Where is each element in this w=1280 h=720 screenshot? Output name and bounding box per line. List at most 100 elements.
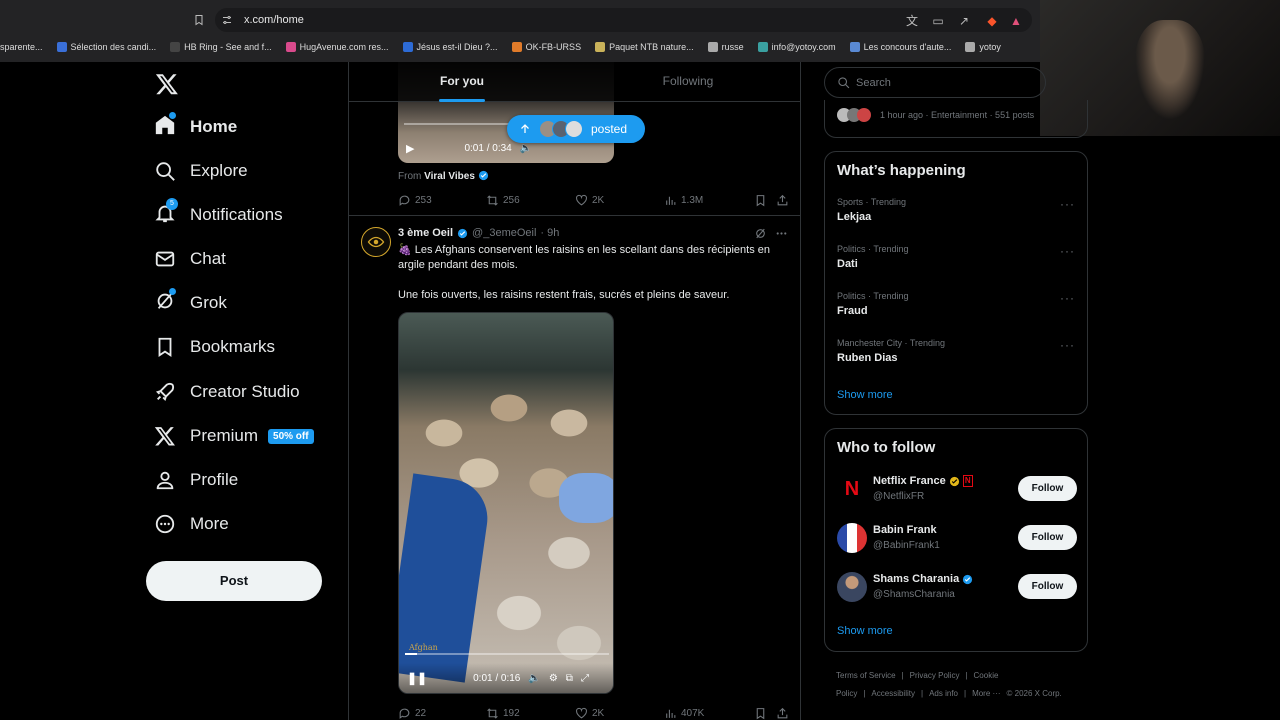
views-button[interactable]: 407K [664,707,754,720]
tweet2-video[interactable]: Afghan ❚❚ 0:01 / 0:16 🔈 ⚙ ⧉ ⤢ [398,312,614,694]
fullscreen-icon[interactable]: ⤢ [581,673,589,684]
nav-home[interactable]: Home [154,111,237,142]
follow-button[interactable]: Follow [1018,525,1077,550]
trend-more-icon[interactable]: ··· [1060,338,1075,352]
follow-button[interactable]: Follow [1018,476,1077,501]
nav-creator-studio[interactable]: Creator Studio [154,377,300,407]
bookmark-favicon-icon [849,42,860,52]
tweet2-author-name[interactable]: 3 ème Oeil [398,227,453,239]
reply-button[interactable]: 253 [398,194,486,207]
bookmark-item[interactable]: Jésus est-il Dieu ?... [402,42,498,52]
trend-meta: Manchester City · Trending [837,338,946,348]
site-settings-icon[interactable] [220,14,234,28]
volume-icon[interactable]: 🔈 [528,673,540,684]
brave-shield-icon[interactable]: ◆ [985,14,999,28]
footer-link[interactable]: More ··· [972,689,1000,698]
pause-icon[interactable]: ❚❚ [407,671,427,685]
bookmark-item[interactable]: HB Ring - See and f... [170,42,272,52]
notification-count-badge: 5 [166,197,178,210]
bookmark-item[interactable]: yotoy [965,42,1001,52]
bookmark-favicon-icon [402,42,413,52]
post-button[interactable]: Post [146,561,322,601]
bookmark-favicon-icon [595,42,606,52]
verified-badge-icon [478,170,488,181]
trend-item[interactable]: Sports · Trending Lekjaa ··· [837,197,1077,233]
nav-premium[interactable]: Premium 50% off [154,421,314,451]
follow-name-row: Shams Charania [873,573,973,585]
url-text: x.com/home [244,14,304,26]
repost-button[interactable]: 192 [486,707,575,720]
like-button[interactable]: 2K [575,707,664,720]
bookmark-item[interactable]: russe [707,42,744,52]
x-logo-icon[interactable] [155,72,179,96]
tweet2-video-progress[interactable] [405,653,609,655]
bookmark-item[interactable]: Paquet NTB nature... [595,42,694,52]
trend-more-icon[interactable]: ··· [1060,197,1075,211]
avatar [565,120,583,138]
translate-icon[interactable]: 文 [905,14,919,28]
footer-link[interactable]: Privacy Policy [910,671,960,680]
nav-grok[interactable]: Grok [154,287,227,318]
footer-separator: | [965,671,968,680]
tweet2-age[interactable]: · 9h [540,227,559,239]
views-button[interactable]: 1.3M [664,194,754,207]
trend-more-icon[interactable]: ··· [1060,244,1075,258]
share-button[interactable] [776,194,789,207]
who-to-follow-panel: Who to follow N Netflix France N @Netfli… [824,428,1088,652]
bookmark-label: Paquet NTB nature... [609,42,694,52]
trend-item[interactable]: Politics · Trending Fraud ··· [837,291,1077,327]
footer-link[interactable]: Ads info [929,689,958,698]
share-button[interactable] [776,707,789,720]
brave-rewards-icon[interactable]: ▲ [1009,14,1023,28]
grok-explain-icon[interactable] [754,227,767,240]
nav-notifications[interactable]: 5 Notifications [154,197,283,230]
more-options-icon[interactable] [775,227,788,240]
tweet2-handle[interactable]: @_3emeOeil [472,227,536,239]
follow-show-more[interactable]: Show more [837,625,893,637]
follow-suggestion[interactable]: Babin Frank @BabinFrank1 Follow [837,521,1077,555]
follow-suggestion[interactable]: Shams Charania @ShamsCharania Follow [837,570,1077,604]
bookmark-item[interactable]: OK-FB-URSS [511,42,581,52]
bookmark-item[interactable]: Sélection des candi... [56,42,156,52]
footer-link[interactable]: Accessibility [871,689,915,698]
from-name[interactable]: Viral Vibes [424,171,475,182]
nav-explore[interactable]: Explore [154,156,248,186]
bookmark-page-icon[interactable] [192,14,206,28]
share-icon [777,707,788,718]
news-item[interactable]: 1 hour ago · Entertainment · 551 posts [824,100,1088,138]
trend-item[interactable]: Politics · Trending Dati ··· [837,244,1077,280]
follow-handle: @ShamsCharania [873,589,955,600]
repost-button[interactable]: 256 [486,194,575,207]
footer-link[interactable]: Terms of Service [836,671,896,680]
webcam-person [1135,20,1205,120]
bookmark-item[interactable]: HugAvenue.com res... [285,42,389,52]
bookmark-item[interactable]: Les concours d'aute... [849,42,951,52]
trend-item[interactable]: Manchester City · Trending Ruben Dias ··… [837,338,1077,374]
bookmark-button[interactable] [754,194,776,207]
share-icon[interactable]: ↗ [957,14,971,28]
tab-for-you[interactable]: For you [349,62,575,102]
follow-button[interactable]: Follow [1018,574,1077,599]
volume-icon[interactable]: 🔈 [520,143,532,154]
nav-bookmarks[interactable]: Bookmarks [154,332,275,362]
like-button[interactable]: 2K [575,194,664,207]
follow-suggestion[interactable]: N Netflix France N @NetflixFR Follow [837,472,1077,506]
trend-more-icon[interactable]: ··· [1060,291,1075,305]
trends-show-more[interactable]: Show more [837,389,893,401]
bookmark-button[interactable] [754,707,776,720]
cast-icon[interactable]: ▭ [931,14,945,28]
bookmark-item[interactable]: sparente... [0,42,43,52]
search-box[interactable]: Search [824,67,1046,98]
tab-following[interactable]: Following [575,62,800,102]
bookmark-item[interactable]: info@yotoy.com [757,42,836,52]
footer-link[interactable]: © 2026 X Corp. [1007,689,1062,698]
play-icon[interactable]: ▶ [406,142,414,155]
nav-more[interactable]: More [154,509,229,539]
nav-chat[interactable]: Chat [154,244,226,274]
reply-button[interactable]: 22 [398,707,486,720]
new-posts-pill[interactable]: posted [507,115,645,143]
tweet2-avatar[interactable] [361,227,391,257]
settings-icon[interactable]: ⚙ [549,673,558,684]
pip-icon[interactable]: ⧉ [566,673,573,684]
nav-profile[interactable]: Profile [154,465,238,495]
